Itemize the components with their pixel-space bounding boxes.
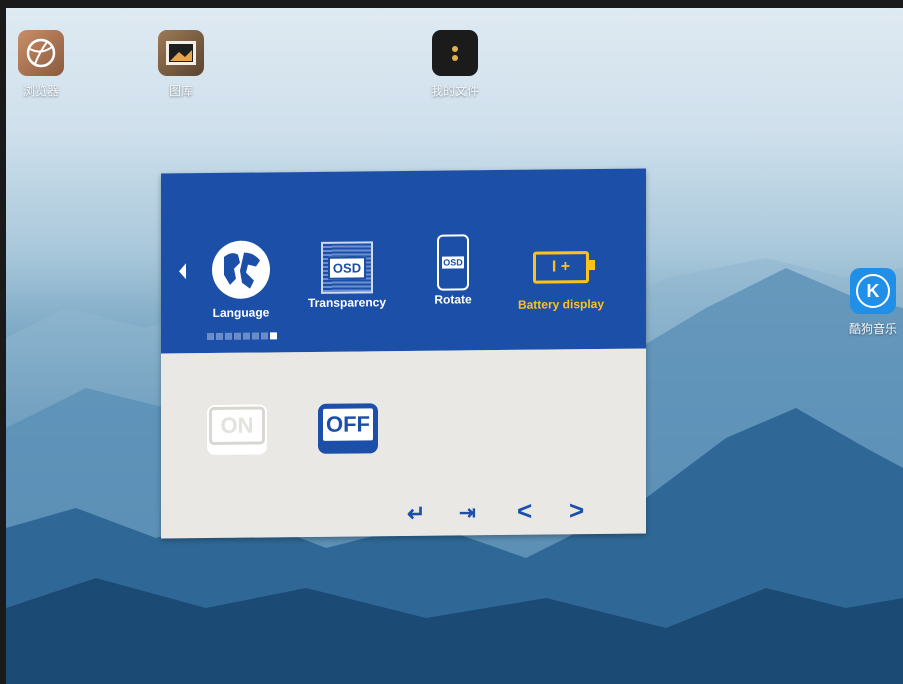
globe-icon: [212, 240, 270, 299]
off-button[interactable]: OFF: [318, 403, 378, 454]
menu-item-label: Transparency: [307, 295, 387, 311]
desktop-icon-caption: 图库: [168, 84, 193, 98]
desktop-icon-caption: 我的文件: [430, 84, 479, 98]
page-indicator-dot: [234, 332, 241, 340]
desktop-icon-kugou-music[interactable]: K 酷狗音乐: [838, 268, 903, 337]
desktop-icon-gallery[interactable]: 图库: [146, 30, 216, 99]
page-indicator-dot: [225, 332, 232, 340]
menu-item-language[interactable]: Language: [201, 238, 281, 320]
menu-left-arrow-icon[interactable]: [179, 263, 186, 280]
page-indicator-dot: [243, 332, 250, 340]
on-button[interactable]: ON: [207, 404, 267, 456]
page-indicator-dot: [207, 332, 214, 341]
osd-rotate-icon: OSD: [437, 234, 469, 291]
file-manager-icon: [432, 30, 478, 76]
menu-item-battery-display[interactable]: I + Battery display: [505, 251, 617, 312]
menu-item-label: Battery display: [517, 296, 605, 312]
osd-menu-bar: Language OSD Transparency OSD Rotate I +: [161, 168, 646, 354]
kugou-k-icon: K: [850, 268, 896, 314]
menu-item-transparency[interactable]: OSD Transparency: [297, 241, 397, 310]
page-indicator: [207, 332, 277, 341]
exit-icon[interactable]: ⇥: [459, 500, 476, 525]
osd-menu-panel: Language OSD Transparency OSD Rotate I +: [161, 168, 646, 539]
off-button-label: OFF: [326, 411, 370, 437]
next-arrow-icon[interactable]: >: [569, 495, 584, 526]
page-indicator-dot: [252, 332, 259, 340]
menu-item-rotate[interactable]: OSD Rotate: [413, 234, 493, 307]
enter-icon[interactable]: ↵: [407, 501, 425, 527]
on-button-label: ON: [220, 412, 254, 438]
battery-icon: I +: [533, 251, 595, 284]
page-indicator-dot: [216, 332, 223, 340]
prev-arrow-icon[interactable]: <: [517, 496, 532, 527]
tablet-screen: 浏览器 图库 我的文件 K 酷狗音乐 Language OSD Transpar…: [6, 8, 903, 684]
gallery-icon: [158, 30, 204, 76]
desktop-icon-caption: 酷狗音乐: [848, 322, 897, 336]
desktop-icon-caption: 浏览器: [22, 84, 59, 98]
desktop-icon-my-files[interactable]: 我的文件: [420, 30, 490, 99]
globe-icon: [18, 30, 64, 76]
osd-transparency-icon: OSD: [321, 241, 373, 294]
menu-item-label: Rotate: [434, 292, 472, 307]
page-indicator-dot: [261, 332, 268, 340]
menu-item-label: Language: [212, 305, 270, 320]
page-indicator-dot: [270, 332, 277, 340]
desktop-icon-browser[interactable]: 浏览器: [6, 30, 76, 99]
